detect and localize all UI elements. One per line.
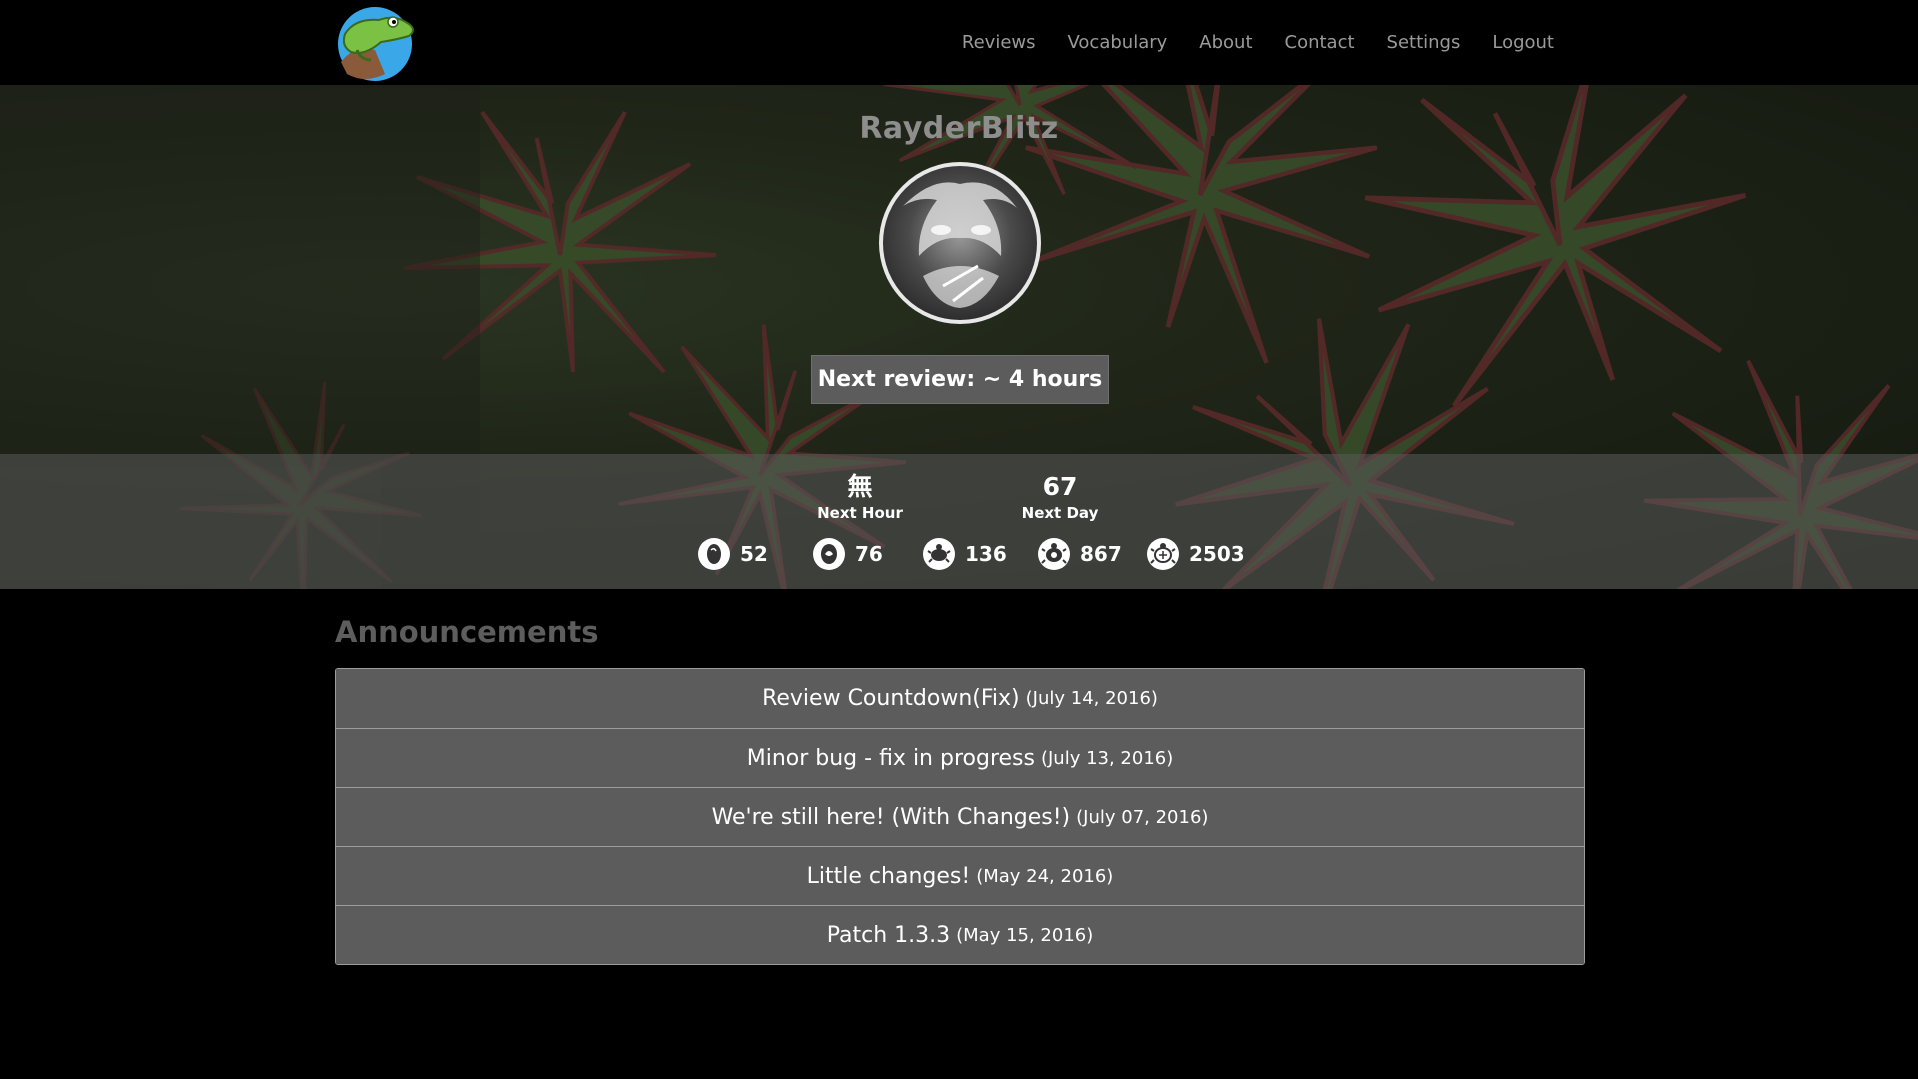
nav-contact[interactable]: Contact bbox=[1269, 32, 1371, 53]
srs-levels: 52 76 136 867 2503 bbox=[0, 538, 1918, 572]
announcements-list: Review Countdown(Fix) (July 14, 2016) Mi… bbox=[335, 668, 1585, 965]
avatar bbox=[879, 162, 1041, 324]
announcement-date: (July 13, 2016) bbox=[1040, 747, 1174, 769]
nav-about[interactable]: About bbox=[1183, 32, 1268, 53]
announcement-item[interactable]: Little changes! (May 24, 2016) bbox=[336, 846, 1584, 905]
master-count: 136 bbox=[965, 542, 1007, 566]
announcement-item[interactable]: Patch 1.3.3 (May 15, 2016) bbox=[336, 905, 1584, 964]
burned-icon bbox=[1147, 538, 1179, 570]
forecast-next-day: 67 Next Day bbox=[1000, 472, 1120, 522]
apprentice-icon bbox=[698, 538, 730, 570]
master-icon bbox=[923, 538, 955, 570]
announcements-heading: Announcements bbox=[335, 615, 599, 649]
srs-enlightened[interactable]: 867 bbox=[1038, 538, 1122, 570]
guru-icon bbox=[813, 538, 845, 570]
nav-logout[interactable]: Logout bbox=[1476, 32, 1570, 53]
guru-count: 76 bbox=[855, 542, 883, 566]
announcement-title: Review Countdown(Fix) bbox=[762, 686, 1020, 711]
navbar: Reviews Vocabulary About Contact Setting… bbox=[0, 0, 1918, 85]
next-day-value: 67 bbox=[1042, 472, 1078, 501]
username: RayderBlitz bbox=[859, 111, 1059, 146]
srs-burned[interactable]: 2503 bbox=[1147, 538, 1245, 570]
next-hour-label: Next Hour bbox=[817, 504, 903, 522]
nav-settings[interactable]: Settings bbox=[1371, 32, 1477, 53]
profile-hero: RayderBlitz Next review: ~ 4 hours 無 Nex… bbox=[0, 85, 1918, 589]
announcement-date: (July 07, 2016) bbox=[1076, 806, 1209, 828]
forecast-next-hour: 無 Next Hour bbox=[800, 472, 920, 522]
apprentice-count: 52 bbox=[740, 542, 768, 566]
next-day-label: Next Day bbox=[1021, 504, 1099, 522]
enlightened-icon bbox=[1038, 538, 1070, 570]
announcement-title: Minor bug - fix in progress bbox=[746, 745, 1035, 771]
nav-vocabulary[interactable]: Vocabulary bbox=[1052, 32, 1184, 53]
announcement-date: (July 14, 2016) bbox=[1025, 688, 1158, 709]
frog-logo[interactable] bbox=[335, 4, 419, 82]
announcement-title: We're still here! (With Changes!) bbox=[711, 804, 1071, 830]
announcement-item[interactable]: Review Countdown(Fix) (July 14, 2016) bbox=[336, 669, 1584, 728]
srs-apprentice[interactable]: 52 bbox=[698, 538, 768, 570]
next-hour-value: 無 bbox=[847, 472, 873, 501]
announcement-date: (May 15, 2016) bbox=[956, 924, 1094, 946]
nav-reviews[interactable]: Reviews bbox=[946, 32, 1052, 53]
burned-count: 2503 bbox=[1189, 542, 1245, 566]
stats-band: 無 Next Hour 67 Next Day 52 76 136 867 25… bbox=[0, 454, 1918, 589]
announcement-title: Little changes! bbox=[806, 863, 971, 889]
announcement-title: Patch 1.3.3 bbox=[826, 922, 951, 948]
nav-links: Reviews Vocabulary About Contact Setting… bbox=[946, 0, 1570, 85]
announcement-date: (May 24, 2016) bbox=[976, 865, 1114, 887]
srs-master[interactable]: 136 bbox=[923, 538, 1007, 570]
announcement-item[interactable]: Minor bug - fix in progress (July 13, 20… bbox=[336, 728, 1584, 787]
announcement-item[interactable]: We're still here! (With Changes!) (July … bbox=[336, 787, 1584, 846]
enlightened-count: 867 bbox=[1080, 542, 1122, 566]
next-review-button[interactable]: Next review: ~ 4 hours bbox=[811, 355, 1109, 404]
srs-guru[interactable]: 76 bbox=[813, 538, 883, 570]
